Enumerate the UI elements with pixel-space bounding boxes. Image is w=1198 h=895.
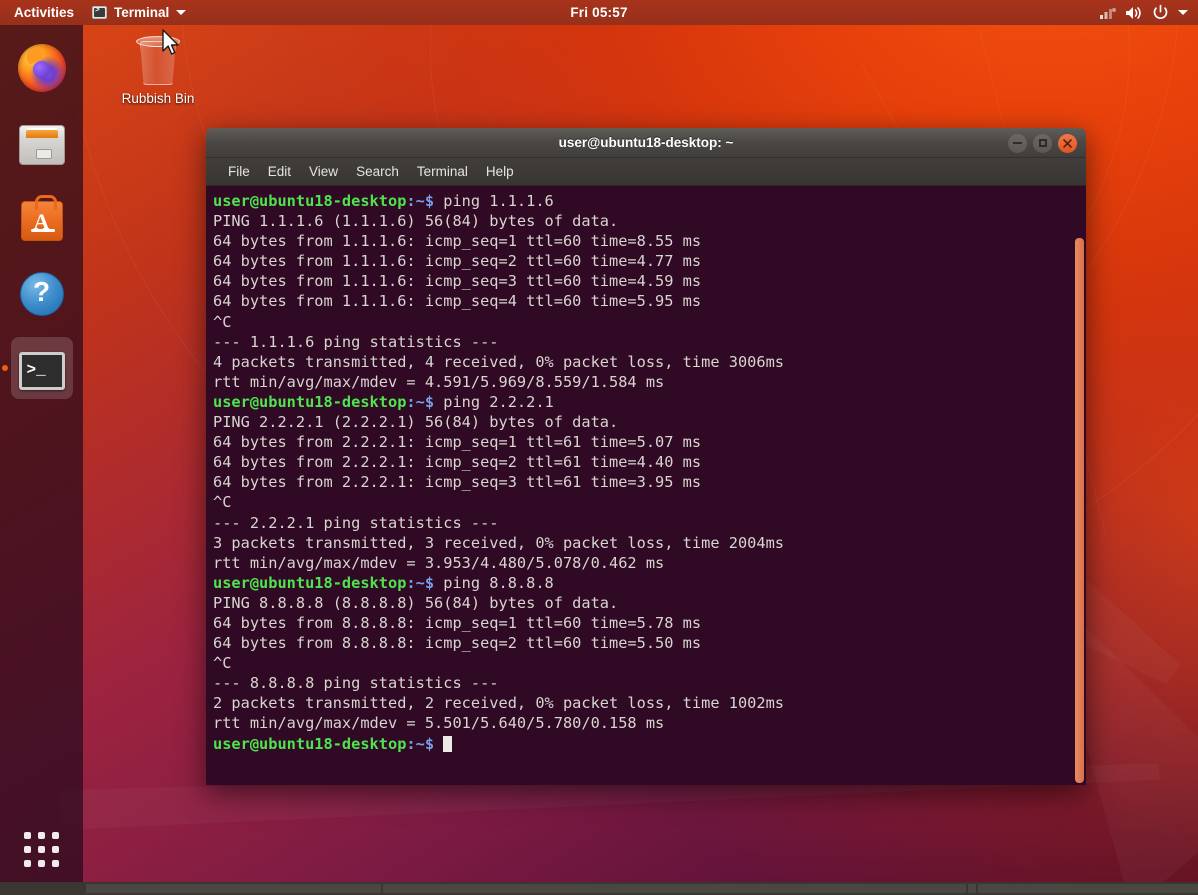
terminal-icon <box>19 352 65 390</box>
terminal-cursor <box>443 736 452 752</box>
terminal-output-line: 64 bytes from 2.2.2.1: icmp_seq=2 ttl=61… <box>213 452 1072 472</box>
prompt-command: ping 2.2.2.1 <box>434 393 554 411</box>
bin-body <box>140 41 176 85</box>
top-bar: Activities Terminal Fri 05:57 <box>0 0 1198 25</box>
terminal-output-line: PING 2.2.2.1 (2.2.2.1) 56(84) bytes of d… <box>213 412 1072 432</box>
window-titlebar[interactable]: user@ubuntu18-desktop: ~ <box>206 128 1086 158</box>
terminal-output-line: 64 bytes from 8.8.8.8: icmp_seq=2 ttl=60… <box>213 633 1072 653</box>
menu-search[interactable]: Search <box>348 161 407 182</box>
prompt-path: :~$ <box>406 574 434 592</box>
terminal-body[interactable]: user@ubuntu18-desktop:~$ ping 1.1.1.6PIN… <box>206 186 1086 785</box>
files-icon <box>19 125 65 165</box>
terminal-output[interactable]: user@ubuntu18-desktop:~$ ping 1.1.1.6PIN… <box>206 186 1072 785</box>
minimize-button[interactable] <box>1008 134 1027 153</box>
dock <box>0 25 83 895</box>
terminal-output-line: 64 bytes from 2.2.2.1: icmp_seq=1 ttl=61… <box>213 432 1072 452</box>
menu-bar: File Edit View Search Terminal Help <box>206 158 1086 186</box>
scrollbar-thumb[interactable] <box>1075 238 1084 783</box>
desktop-icon-rubbish-bin[interactable]: Rubbish Bin <box>113 32 203 106</box>
prompt-user: user@ubuntu18-desktop <box>213 192 406 210</box>
window-buttons <box>1008 128 1077 158</box>
window-title: user@ubuntu18-desktop: ~ <box>559 135 734 150</box>
terminal-output-line: 4 packets transmitted, 4 received, 0% pa… <box>213 352 1072 372</box>
prompt-path: :~$ <box>406 393 434 411</box>
desktop-icon-label: Rubbish Bin <box>122 91 195 106</box>
terminal-output-line: 64 bytes from 1.1.1.6: icmp_seq=2 ttl=60… <box>213 251 1072 271</box>
taskbar-cell <box>968 884 976 893</box>
terminal-output-line: 64 bytes from 1.1.1.6: icmp_seq=1 ttl=60… <box>213 231 1072 251</box>
menu-terminal[interactable]: Terminal <box>409 161 476 182</box>
help-icon <box>20 272 64 316</box>
terminal-output-line: rtt min/avg/max/mdev = 3.953/4.480/5.078… <box>213 553 1072 573</box>
prompt-user: user@ubuntu18-desktop <box>213 393 406 411</box>
terminal-window[interactable]: user@ubuntu18-desktop: ~ File Edit View … <box>206 128 1086 785</box>
terminal-output-line: PING 8.8.8.8 (8.8.8.8) 56(84) bytes of d… <box>213 593 1072 613</box>
menu-file[interactable]: File <box>220 161 258 182</box>
prompt-command: ping 8.8.8.8 <box>434 574 554 592</box>
terminal-prompt-line: user@ubuntu18-desktop:~$ <box>213 734 1072 754</box>
chevron-down-icon <box>1178 10 1188 15</box>
clock[interactable]: Fri 05:57 <box>499 5 699 20</box>
prompt-path: :~$ <box>406 192 434 210</box>
app-menu-button[interactable]: Terminal <box>83 0 195 25</box>
activities-button[interactable]: Activities <box>5 0 83 25</box>
terminal-output-line: ^C <box>213 312 1072 332</box>
terminal-prompt-line: user@ubuntu18-desktop:~$ ping 8.8.8.8 <box>213 573 1072 593</box>
taskbar-cell <box>383 884 966 893</box>
terminal-output-line: 64 bytes from 1.1.1.6: icmp_seq=4 ttl=60… <box>213 291 1072 311</box>
chevron-down-icon <box>176 10 186 15</box>
close-button[interactable] <box>1058 134 1077 153</box>
dock-item-ubuntu-software[interactable] <box>11 187 73 249</box>
ubuntu-software-icon <box>21 201 63 241</box>
app-menu-label: Terminal <box>114 5 169 20</box>
terminal-prompt-line: user@ubuntu18-desktop:~$ ping 2.2.2.1 <box>213 392 1072 412</box>
dock-item-help[interactable] <box>11 262 73 324</box>
prompt-command: ping 1.1.1.6 <box>434 192 554 210</box>
terminal-output-line: 64 bytes from 2.2.2.1: icmp_seq=3 ttl=61… <box>213 472 1072 492</box>
activities-label: Activities <box>14 5 74 20</box>
terminal-output-line: 64 bytes from 8.8.8.8: icmp_seq=1 ttl=60… <box>213 613 1072 633</box>
bin-lid <box>136 36 180 47</box>
terminal-scrollbar[interactable] <box>1072 186 1086 785</box>
taskbar-cell <box>978 884 1198 893</box>
terminal-output-line: --- 8.8.8.8 ping statistics --- <box>213 673 1072 693</box>
show-applications-button[interactable] <box>0 821 83 877</box>
network-icon <box>1100 6 1116 20</box>
terminal-output-line: 64 bytes from 1.1.1.6: icmp_seq=3 ttl=60… <box>213 271 1072 291</box>
grid-icon <box>24 832 59 867</box>
prompt-user: user@ubuntu18-desktop <box>213 574 406 592</box>
terminal-output-line: ^C <box>213 492 1072 512</box>
prompt-user: user@ubuntu18-desktop <box>213 735 406 753</box>
menu-view[interactable]: View <box>301 161 346 182</box>
terminal-output-line: 3 packets transmitted, 3 received, 0% pa… <box>213 533 1072 553</box>
terminal-output-line: --- 1.1.1.6 ping statistics --- <box>213 332 1072 352</box>
prompt-command <box>434 735 443 753</box>
dock-item-terminal[interactable] <box>11 337 73 399</box>
terminal-output-line: rtt min/avg/max/mdev = 5.501/5.640/5.780… <box>213 713 1072 733</box>
bottom-taskbar <box>0 882 1198 895</box>
software-bar <box>31 229 55 232</box>
power-icon <box>1152 4 1169 21</box>
rubbish-bin-icon <box>135 32 181 87</box>
terminal-icon <box>92 6 107 19</box>
terminal-prompt-line: user@ubuntu18-desktop:~$ ping 1.1.1.6 <box>213 191 1072 211</box>
dock-item-firefox[interactable] <box>11 37 73 99</box>
volume-icon <box>1125 5 1143 21</box>
close-icon <box>1062 138 1073 149</box>
prompt-path: :~$ <box>406 735 434 753</box>
terminal-output-line: --- 2.2.2.1 ping statistics --- <box>213 513 1072 533</box>
maximize-button[interactable] <box>1033 134 1052 153</box>
system-indicators[interactable] <box>1094 0 1194 25</box>
dock-item-files[interactable] <box>11 112 73 174</box>
terminal-output-line: ^C <box>213 653 1072 673</box>
terminal-output-line: rtt min/avg/max/mdev = 4.591/5.969/8.559… <box>213 372 1072 392</box>
terminal-output-line: 2 packets transmitted, 2 received, 0% pa… <box>213 693 1072 713</box>
menu-help[interactable]: Help <box>478 161 522 182</box>
terminal-output-line: PING 1.1.1.6 (1.1.1.6) 56(84) bytes of d… <box>213 211 1072 231</box>
taskbar-cell <box>86 884 381 893</box>
firefox-icon <box>18 44 66 92</box>
menu-edit[interactable]: Edit <box>260 161 299 182</box>
